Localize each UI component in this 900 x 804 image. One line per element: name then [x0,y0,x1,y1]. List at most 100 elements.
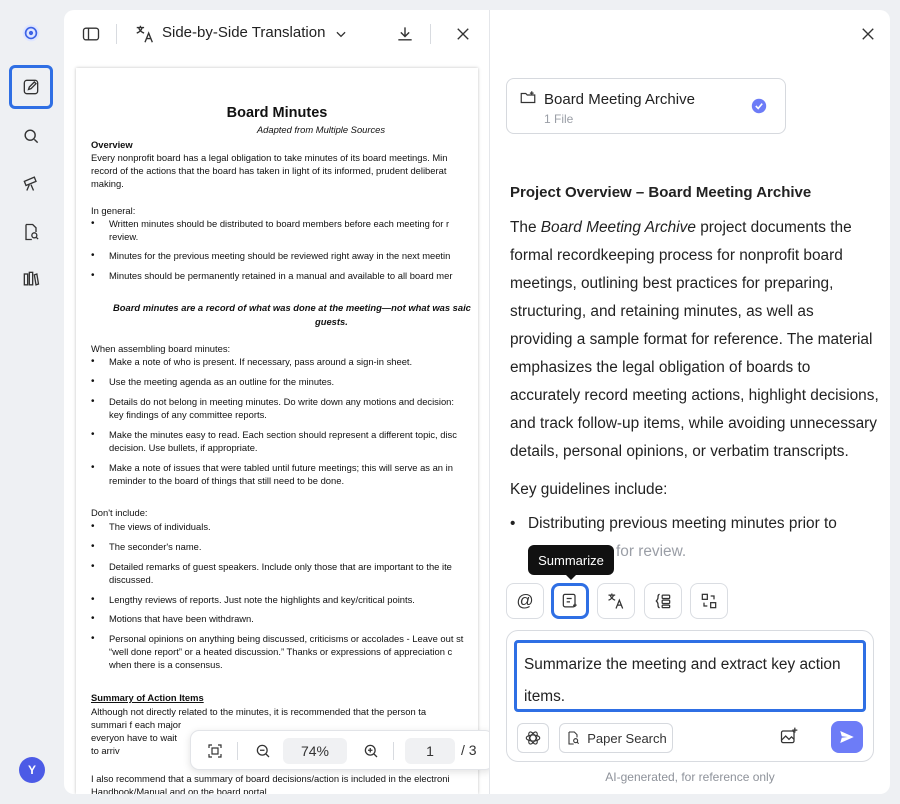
zoom-in-icon[interactable] [361,741,381,761]
model-select-button[interactable] [517,723,549,753]
ai-chat-panel: Board Meeting Archive 1 File Project Ove… [490,10,890,794]
doc-text: In general: [91,205,136,216]
summarize-icon [562,593,577,608]
answer-heading: Project Overview – Board Meeting Archive [510,184,812,201]
summary-heading: Summary of Action Items [91,692,204,703]
document-search-icon[interactable] [9,210,53,254]
fit-page-icon[interactable] [205,741,225,761]
doc-text: Make a note of issues that were tabled u… [109,462,453,473]
viewer-toolbar: Side-by-Side Translation [64,10,489,58]
ai-disclaimer: AI-generated, for reference only [605,770,775,784]
bullet: • [91,270,95,281]
edit-icon[interactable] [9,65,53,109]
pdf-page: Board Minutes Adapted from Multiple Sour… [76,68,478,794]
doc-text: Lengthy reviews of reports. Just note th… [109,594,415,605]
image-upload-icon[interactable] [779,726,799,751]
left-rail: Y [0,0,62,804]
summarize-button[interactable] [551,583,589,619]
doc-text: Personal opinions on anything being disc… [109,633,464,644]
doc-text: Minutes should be permanently retained i… [109,270,453,281]
zoom-out-icon[interactable] [253,741,273,761]
paper-search-label: Paper Search [587,730,667,746]
check-icon [751,98,767,119]
doc-text: making. [91,178,124,189]
doc-text: decision. Use bullets, if appropriate. [109,442,258,453]
chevron-down-icon[interactable] [334,22,348,46]
doc-text: “well done report” or a heated discussio… [109,646,453,657]
bullet: • [91,594,95,605]
doc-text: summari f each major [91,719,182,730]
doc-text: The views of individuals. [109,521,211,532]
library-icon[interactable] [9,257,53,301]
doc-text: everyon have to wait [91,732,177,743]
bullet: • [91,429,95,440]
send-button[interactable] [831,721,863,753]
convert-button[interactable] [690,583,728,619]
search-icon[interactable] [9,114,53,158]
close-viewer-icon[interactable] [452,22,474,46]
doc-text: Make a note of who is present. If necess… [109,356,413,367]
bullet: • [91,250,95,261]
sidebar-toggle-icon[interactable] [80,22,102,46]
doc-text: Every nonprofit board has a legal obliga… [91,152,448,163]
guideline-item: Distributing previous meeting minutes pr… [510,510,880,538]
atom-icon [525,731,541,745]
translation-mode-label[interactable]: Side-by-Side Translation [162,24,325,41]
app-logo-icon[interactable] [9,11,53,55]
answer-text: project documents the formal recordkeepi… [510,219,879,460]
translate-icon [134,22,156,46]
paper-search-button[interactable]: Paper Search [559,723,673,753]
translate-icon [608,593,624,609]
answer-paragraph: The Board Meeting Archive project docume… [510,214,880,466]
send-icon [840,731,854,743]
bullet: • [91,561,95,572]
doc-text: review. [109,231,139,242]
doc-text: Although not directly related to the min… [91,706,427,717]
file-name: Board Meeting Archive [544,91,695,108]
document-viewer: Side-by-Side Translation Board Minutes A… [64,10,490,794]
doc-text: I also recommend that a summary of board… [91,773,450,784]
translate-button[interactable] [597,583,635,619]
page-number-input[interactable]: 1 [405,738,455,764]
bullet: • [91,521,95,532]
avatar[interactable]: Y [19,757,45,783]
doc-callout: Board minutes are a record of what was d… [113,302,471,313]
doc-text: reminder to the board of things that sti… [109,475,345,486]
document-search-icon [568,731,580,745]
toolbar-divider [430,24,431,44]
doc-text: Minutes for the previous meeting should … [109,250,451,261]
toolbar-divider [237,742,238,760]
zoom-level[interactable]: 74% [283,738,347,764]
doc-text: When assembling board minutes: [91,343,231,354]
at-mention-icon: @ [516,591,534,610]
doc-text: Handbook/Manual and on the board portal. [91,786,270,794]
file-count: 1 File [544,112,574,126]
doc-text: discussed. [109,574,154,585]
guidelines-intro: Key guidelines include: [510,481,668,498]
doc-title: Board Minutes [226,105,328,121]
bullet: • [91,376,95,387]
doc-text: key findings of any committee reports. [109,409,267,420]
doc-text: record of the actions that the board has… [91,165,447,176]
summarize-tooltip: Summarize [528,545,614,580]
outline-button[interactable] [644,583,682,619]
file-card[interactable]: Board Meeting Archive 1 File [506,78,786,134]
telescope-icon[interactable] [9,161,53,205]
mention-button[interactable]: @ [506,583,544,619]
bullet: • [91,541,95,552]
doc-callout: guests. [315,316,348,327]
bullet: • [91,356,95,367]
doc-text: Written minutes should be distributed to… [109,218,450,229]
chat-input[interactable]: Summarize the meeting and extract key ac… [514,640,866,712]
ai-answer: Project Overview – Board Meeting Archive… [510,180,880,566]
doc-text: Motions that have been withdrawn. [109,613,254,624]
doc-text: Use the meeting agenda as an outline for… [109,376,335,387]
download-icon[interactable] [394,22,416,46]
page-total: / 3 [461,742,477,758]
answer-emphasis: Board Meeting Archive [540,219,696,236]
doc-text: when there is a consensus. [109,659,223,670]
bullet: • [91,462,95,473]
close-panel-icon[interactable] [858,24,878,44]
bullet: • [91,396,95,407]
zoom-toolbar: 74% 1 / 3 [190,730,489,770]
